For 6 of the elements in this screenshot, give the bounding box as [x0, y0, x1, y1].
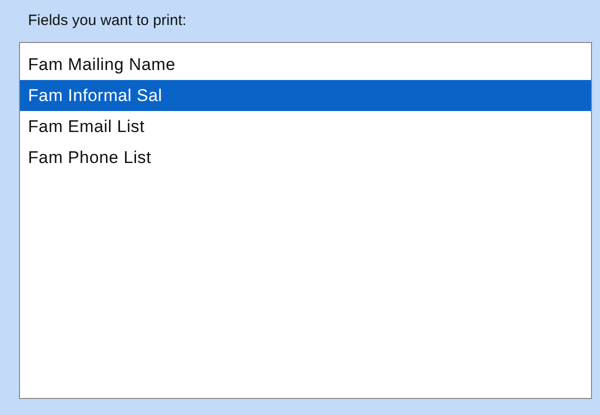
list-item[interactable]: Fam Informal Sal [20, 80, 591, 111]
list-item[interactable]: Fam Phone List [20, 142, 591, 173]
list-label: Fields you want to print: [28, 12, 186, 29]
list-item[interactable]: Fam Email List [20, 111, 591, 142]
fields-list[interactable]: Fam Mailing Name Fam Informal Sal Fam Email List Fam Phone List [19, 42, 592, 399]
list-item[interactable]: Fam Mailing Name [20, 49, 591, 80]
